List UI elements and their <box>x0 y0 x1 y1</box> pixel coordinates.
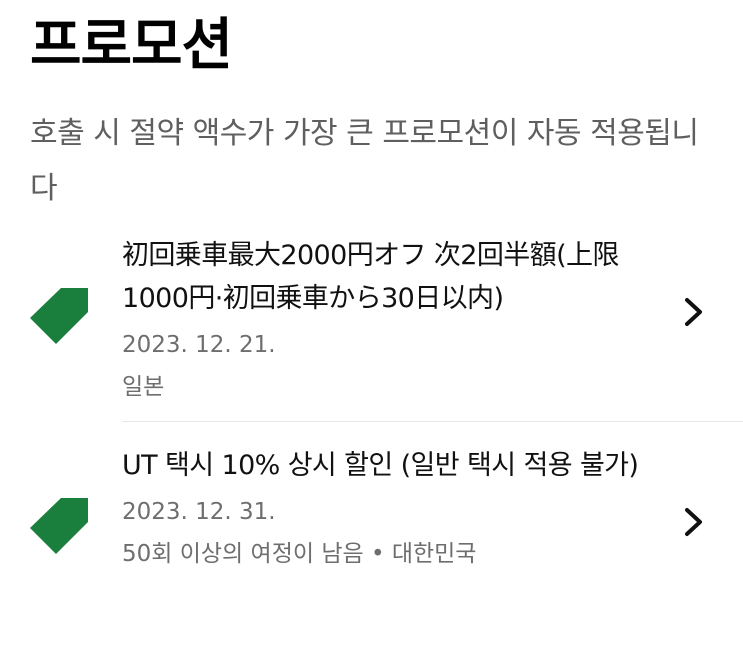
promotion-remaining-rides: 50회 이상의 여정이 남음 • 대한민국 <box>122 541 477 567</box>
divider <box>122 421 743 422</box>
chevron-right-icon[interactable] <box>680 292 708 332</box>
promotion-item[interactable]: 初回乗車最大2000円オフ 次2回半額(上限1000円·初回乗車から30日以内)… <box>0 226 743 436</box>
promotion-title: 初回乗車最大2000円オフ 次2回半額(上限1000円·初回乗車から30日以内) <box>122 240 619 314</box>
promotion-text: 初回乗車最大2000円オフ 次2回半額(上限1000円·初回乗車から30日以内)… <box>122 234 662 404</box>
chevron-right-icon[interactable] <box>680 502 708 542</box>
promotion-item[interactable]: UT 택시 10% 상시 할인 (일반 택시 적용 불가) 2023. 12. … <box>0 436 743 646</box>
promotion-list: 初回乗車最大2000円オフ 次2回半額(上限1000円·初回乗車から30日以内)… <box>0 226 743 646</box>
promotion-text: UT 택시 10% 상시 할인 (일반 택시 적용 불가) 2023. 12. … <box>122 444 662 571</box>
promotion-expiry-date: 2023. 12. 21. <box>122 332 276 358</box>
tag-icon <box>30 288 88 344</box>
page-title: 프로모션 <box>30 13 233 78</box>
promotion-title: UT 택시 10% 상시 할인 (일반 택시 적용 불가) <box>122 450 639 481</box>
promotion-expiry-date: 2023. 12. 31. <box>122 499 276 525</box>
promotion-description: 호출 시 절약 액수가 가장 큰 프로모션이 자동 적용됩니다 <box>30 116 699 206</box>
promotion-region: 일본 <box>122 374 165 400</box>
tag-icon <box>30 498 88 554</box>
